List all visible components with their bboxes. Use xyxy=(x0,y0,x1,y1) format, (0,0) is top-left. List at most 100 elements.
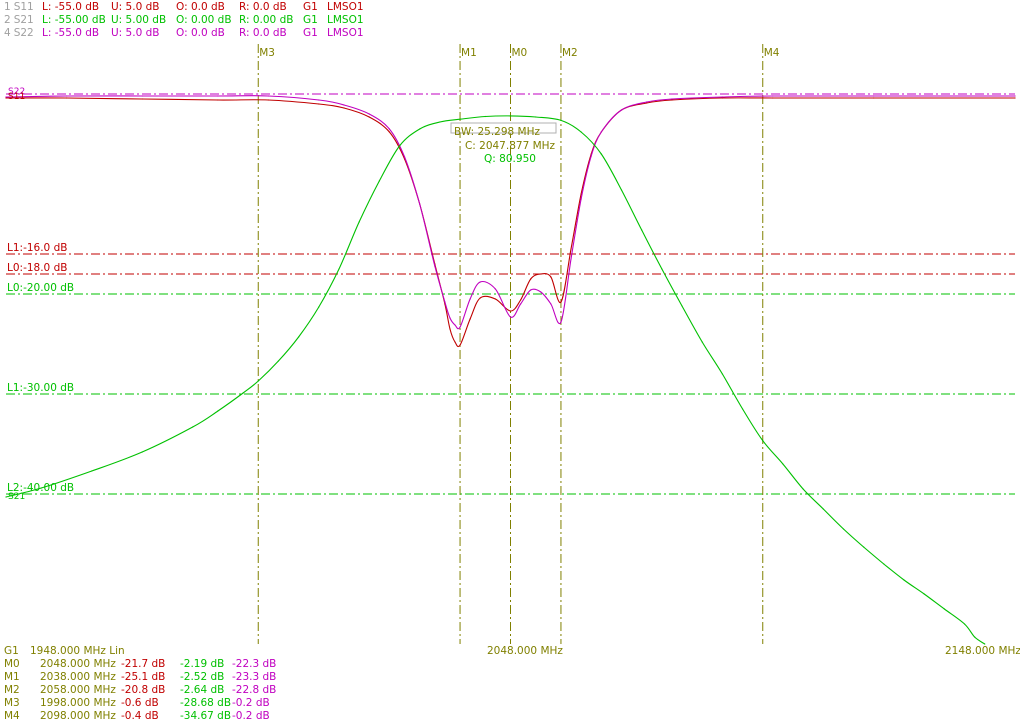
marker-s21-value: -2.64 dB xyxy=(180,684,225,696)
trace-point-s11 xyxy=(1014,97,1016,99)
marker-s21-value: -28.68 dB xyxy=(180,697,232,709)
center-frequency-value: C: 2047.877 MHz xyxy=(465,140,556,152)
trace-index: 2 xyxy=(4,14,11,26)
trace-point-s22 xyxy=(479,281,481,283)
trace-s21 xyxy=(5,115,986,645)
trace-point-s22 xyxy=(217,95,219,97)
limit-line-label: L0:-20.00 dB xyxy=(7,282,74,294)
trace-point-s22 xyxy=(388,128,391,130)
trace-point-s22 xyxy=(5,96,7,98)
marker-freq-value: 2048.000 MHz xyxy=(40,658,116,670)
marker-s21-value: -2.19 dB xyxy=(180,658,225,670)
trace-point-s22 xyxy=(267,95,269,97)
trace-point-s21 xyxy=(535,116,537,118)
trace-point-s22 xyxy=(469,298,471,300)
trace-point-s21 xyxy=(509,115,512,117)
trace-point-s21 xyxy=(484,115,486,118)
marker-s11-value: -0.4 dB xyxy=(121,710,159,722)
trace-point-s22 xyxy=(519,303,522,305)
trace-point-s11 xyxy=(540,273,542,275)
trace-point-s21 xyxy=(641,229,643,231)
trace-point-s22 xyxy=(570,258,572,260)
trace-point-s21 xyxy=(863,546,865,548)
trace-point-s22 xyxy=(540,291,542,293)
trace-point-s21 xyxy=(217,410,219,412)
trace-point-s22 xyxy=(509,316,512,318)
trace-point-s21 xyxy=(701,341,703,343)
trace-point-s21 xyxy=(257,380,259,382)
trace-point-s11 xyxy=(873,97,875,99)
trace-point-s11 xyxy=(449,328,451,330)
start-frequency-label: 1948.000 MHz Lin xyxy=(30,645,125,657)
marker-s11-value: -21.7 dB xyxy=(121,658,166,670)
trace-l-value: L: -55.0 dB xyxy=(42,27,100,39)
trace-point-s22 xyxy=(671,98,673,100)
trace-point-s22 xyxy=(449,317,451,319)
trace-point-s22 xyxy=(419,203,421,205)
trace-point-s22 xyxy=(1014,95,1016,97)
trace-point-s21 xyxy=(192,426,194,428)
trace-point-s21 xyxy=(741,408,744,410)
limit-line-label: L0:-18.0 dB xyxy=(7,262,67,274)
trace-point-s21 xyxy=(974,636,976,638)
trace-point-s21 xyxy=(5,496,7,498)
trace-point-s21 xyxy=(338,268,340,270)
trace-point-s11 xyxy=(267,99,269,101)
trace-point-s22 xyxy=(600,131,602,133)
trace-point-s21 xyxy=(439,121,441,123)
trace-point-s21 xyxy=(40,487,42,489)
trace-point-s21 xyxy=(822,508,824,510)
marker-label-m0: M0 xyxy=(512,47,528,59)
center-frequency-label: 2048.000 MHz xyxy=(487,645,563,657)
trace-point-s11 xyxy=(509,310,512,312)
trace-point-s21 xyxy=(580,131,582,133)
trace-point-s22 xyxy=(530,289,532,291)
marker-freq-value: 2058.000 MHz xyxy=(40,684,116,696)
bandwidth-value: BW: 25.298 MHz xyxy=(454,126,541,138)
marker-s22-value: -0.2 dB xyxy=(232,710,270,722)
marker-label-m2: M2 xyxy=(562,47,578,59)
trace-name: S11 xyxy=(13,1,34,13)
trace-point-s11 xyxy=(459,344,461,346)
trace-point-s22 xyxy=(444,301,446,303)
trace-point-s22 xyxy=(343,104,345,106)
trace-point-s11 xyxy=(519,299,522,301)
trace-point-s22 xyxy=(459,326,461,328)
trace-l-value: L: -55.0 dB xyxy=(42,1,100,13)
marker-s22-value: -22.8 dB xyxy=(232,684,277,696)
trace-point-s11 xyxy=(388,131,391,133)
trace-point-s22 xyxy=(454,324,456,326)
trace-point-s21 xyxy=(923,593,925,595)
trace-point-s21 xyxy=(782,463,784,465)
trace-point-s11 xyxy=(550,276,552,278)
trace-point-s21 xyxy=(398,145,401,147)
trace-point-s22 xyxy=(494,288,496,290)
marker-label-m3: M3 xyxy=(259,47,275,59)
trace-point-s11 xyxy=(469,318,471,320)
trace-point-s11 xyxy=(530,278,532,280)
marker-name-value: M0 xyxy=(4,658,20,670)
trace-point-s21 xyxy=(600,153,602,155)
marker-label-m4: M4 xyxy=(764,47,780,59)
trace-name: S22 xyxy=(13,27,34,39)
marker-s22-value: -23.3 dB xyxy=(232,671,277,683)
trace-point-s11 xyxy=(318,103,320,105)
marker-s11-value: -0.6 dB xyxy=(121,697,159,709)
trace-point-s22 xyxy=(368,113,370,115)
stop-frequency-label: 2148.000 MHz xyxy=(945,645,1020,657)
trace-point-s22 xyxy=(590,155,592,157)
q-factor-value: Q: 80.950 xyxy=(484,153,536,165)
bandwidth-readout: BW: 25.298 MHz C: 2047.877 MHz Q: 80.950 xyxy=(450,122,557,165)
trace-point-s21 xyxy=(620,189,623,191)
trace-point-s21 xyxy=(277,360,280,362)
trace-point-s21 xyxy=(91,470,93,472)
limit-line-label: L1:-16.0 dB xyxy=(7,242,67,254)
trace-point-s21 xyxy=(883,563,885,565)
trace-point-s11 xyxy=(560,301,562,303)
marker-name-value: M1 xyxy=(4,671,20,683)
marker-s22-value: -22.3 dB xyxy=(232,658,277,670)
trace-r-value: R: 0.0 dB xyxy=(239,27,287,39)
trace-point-s21 xyxy=(963,623,966,625)
trace-o-value: O: 0.0 dB xyxy=(176,1,225,13)
trace-point-s22 xyxy=(141,95,143,97)
